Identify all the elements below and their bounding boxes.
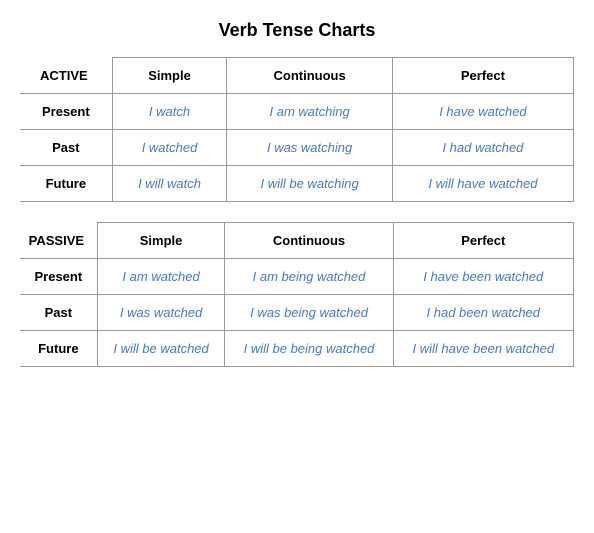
passive-future-row: Future I will be watched I will be being… xyxy=(20,331,574,367)
active-future-perfect: I will have watched xyxy=(392,166,573,202)
active-future-label: Future xyxy=(20,166,112,202)
passive-present-label: Present xyxy=(20,259,97,295)
active-section: ACTIVE Simple Continuous Perfect Present… xyxy=(20,57,574,202)
active-present-label: Present xyxy=(20,94,112,130)
passive-present-simple: I am watched xyxy=(97,259,225,295)
active-past-simple: I watched xyxy=(112,130,227,166)
active-past-label: Past xyxy=(20,130,112,166)
passive-past-row: Past I was watched I was being watched I… xyxy=(20,295,574,331)
passive-past-continuous: I was being watched xyxy=(225,295,393,331)
active-label: ACTIVE xyxy=(20,58,112,94)
active-future-row: Future I will watch I will be watching I… xyxy=(20,166,574,202)
passive-section: PASSIVE Simple Continuous Perfect Presen… xyxy=(20,222,574,367)
active-future-continuous: I will be watching xyxy=(227,166,393,202)
active-header-continuous: Continuous xyxy=(227,58,393,94)
passive-past-simple: I was watched xyxy=(97,295,225,331)
active-present-simple: I watch xyxy=(112,94,227,130)
passive-header-simple: Simple xyxy=(97,223,225,259)
passive-present-perfect: I have been watched xyxy=(393,259,573,295)
page-title: Verb Tense Charts xyxy=(20,20,574,41)
passive-future-perfect: I will have been watched xyxy=(393,331,573,367)
active-header-perfect: Perfect xyxy=(392,58,573,94)
passive-future-continuous: I will be being watched xyxy=(225,331,393,367)
active-past-row: Past I watched I was watching I had watc… xyxy=(20,130,574,166)
passive-label: PASSIVE xyxy=(20,223,97,259)
active-past-perfect: I had watched xyxy=(392,130,573,166)
passive-past-perfect: I had been watched xyxy=(393,295,573,331)
passive-future-label: Future xyxy=(20,331,97,367)
passive-header-perfect: Perfect xyxy=(393,223,573,259)
active-present-continuous: I am watching xyxy=(227,94,393,130)
active-present-perfect: I have watched xyxy=(392,94,573,130)
passive-past-label: Past xyxy=(20,295,97,331)
passive-present-row: Present I am watched I am being watched … xyxy=(20,259,574,295)
active-present-row: Present I watch I am watching I have wat… xyxy=(20,94,574,130)
active-past-continuous: I was watching xyxy=(227,130,393,166)
active-header-simple: Simple xyxy=(112,58,227,94)
passive-present-continuous: I am being watched xyxy=(225,259,393,295)
passive-header-continuous: Continuous xyxy=(225,223,393,259)
active-future-simple: I will watch xyxy=(112,166,227,202)
passive-future-simple: I will be watched xyxy=(97,331,225,367)
